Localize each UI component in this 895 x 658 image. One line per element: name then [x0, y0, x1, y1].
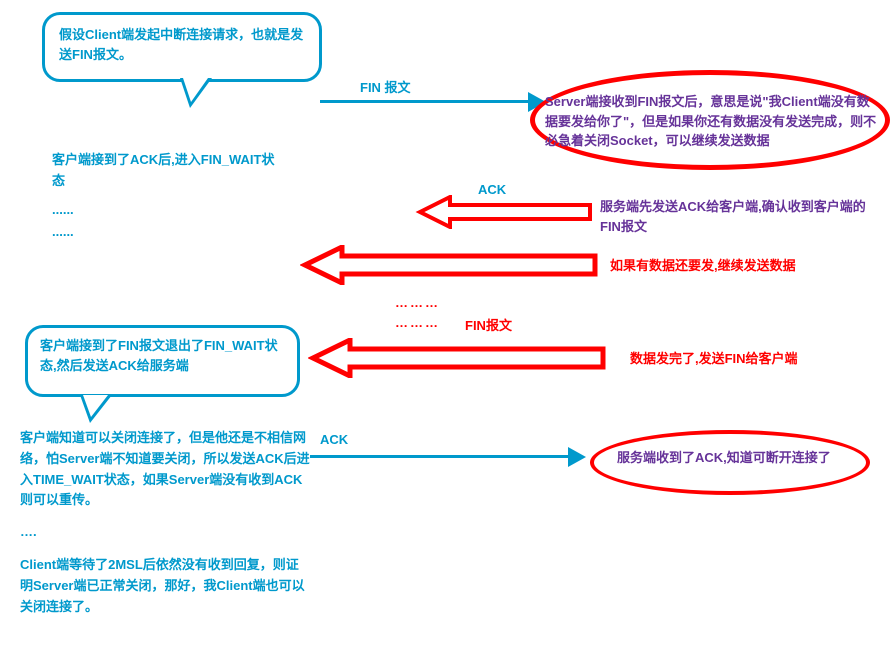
server-continue-text: 如果有数据还要发,继续发送数据 [610, 255, 796, 274]
server-send-ack-text: 服务端先发送ACK给客户端,确认收到客户端的FIN报文 [600, 197, 880, 236]
dotted: ……… [395, 295, 440, 310]
client-ack-wait-text: 客户端接到了ACK后,进入FIN_WAIT状态 [52, 150, 282, 192]
dotted: ……… [395, 315, 440, 330]
bubble-tail-inner [83, 395, 108, 417]
bubble-tail-inner [183, 78, 208, 102]
ack2-label: ACK [320, 430, 348, 451]
dots: …. [20, 522, 37, 543]
fin2-arrow-left [308, 338, 608, 378]
ack-arrow-left [415, 195, 595, 229]
dots: ...... [52, 222, 74, 243]
data-arrow-left [300, 245, 600, 285]
client-time-wait-text: 客户端知道可以关闭连接了，但是他还是不相信网络，怕Server端不知道要关闭，所… [20, 428, 310, 511]
fin2-label: FIN报文 [465, 315, 512, 334]
fin-label: FIN 报文 [360, 78, 411, 99]
server-recv-ack-text: 服务端收到了ACK,知道可断开连接了 [617, 448, 852, 468]
server-send-fin-text: 数据发完了,发送FIN给客户端 [630, 348, 798, 367]
ack2-arrow-right [310, 455, 570, 458]
client-recv-fin-bubble: 客户端接到了FIN报文退出了FIN_WAIT状态,然后发送ACK给服务端 [25, 325, 300, 397]
client-fin-bubble: 假设Client端发起中断连接请求，也就是发送FIN报文。 [42, 12, 322, 82]
dots: ...... [52, 200, 74, 221]
fin-arrow-right [320, 100, 530, 103]
server-recv-fin-text: Server端接收到FIN报文后，意思是说"我Client端没有数据要发给你了"… [545, 92, 880, 151]
client-2msl-text: Client端等待了2MSL后依然没有收到回复，则证明Server端已正常关闭，… [20, 555, 310, 617]
